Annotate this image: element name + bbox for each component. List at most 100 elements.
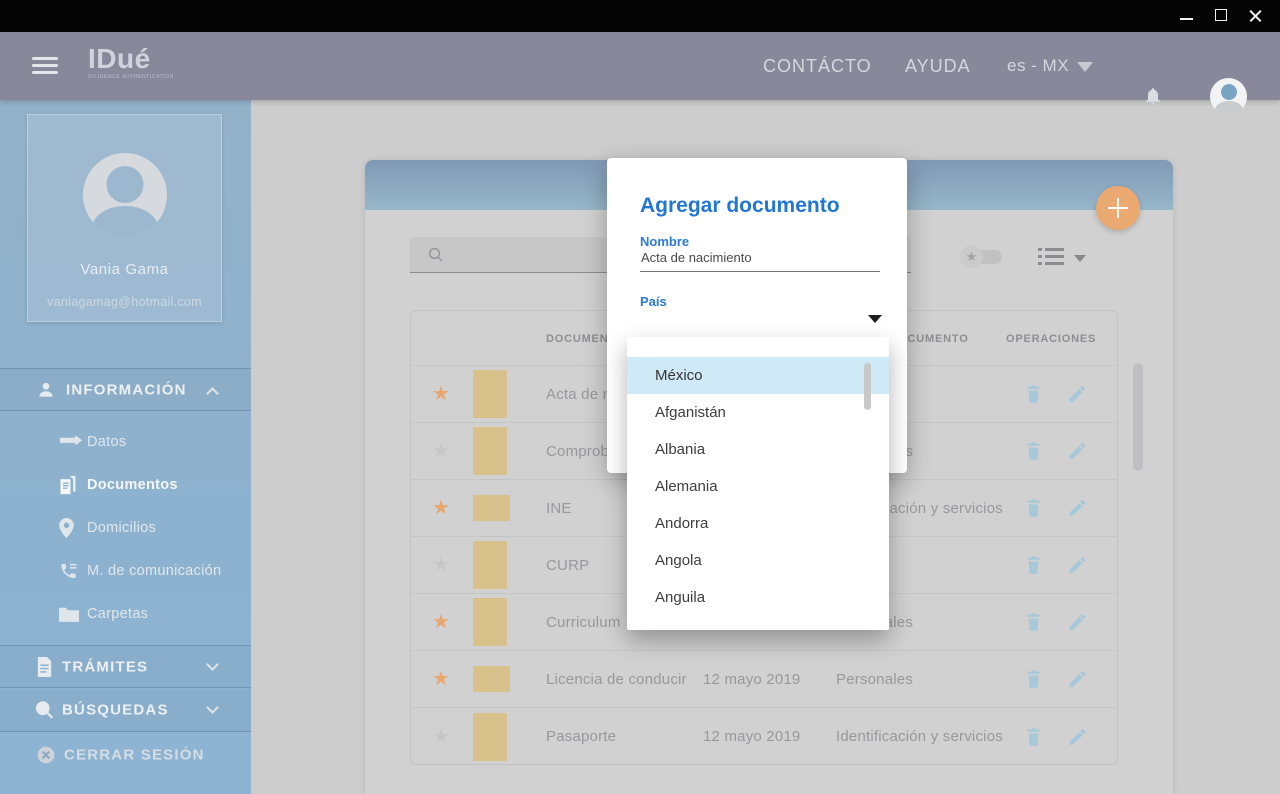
document-thumbnail	[473, 713, 507, 761]
logo-subtext: DILIGENCE AUTHENTICATION	[88, 74, 174, 80]
sidebar-item-domicilios[interactable]: Domicilios	[0, 506, 251, 549]
document-type: Personales	[836, 651, 913, 707]
document-thumbnail	[473, 541, 507, 589]
nombre-input[interactable]	[641, 246, 881, 268]
chevron-down-icon	[1077, 62, 1093, 72]
sidebar-section-informacion[interactable]: INFORMACIÓN	[0, 368, 251, 411]
edit-icon[interactable]	[1067, 669, 1088, 690]
dropdown-scrollbar-thumb[interactable]	[864, 363, 871, 410]
sidebar-item-datos[interactable]: Datos	[0, 420, 251, 463]
star-icon[interactable]: ★	[428, 555, 454, 575]
edit-icon[interactable]	[1067, 726, 1088, 747]
maximize-icon[interactable]	[1204, 0, 1238, 32]
sidebar-section-busquedas[interactable]: BÚSQUEDAS	[0, 689, 251, 732]
country-option[interactable]: Andorra	[627, 505, 889, 542]
language-selector[interactable]: es - MX	[1007, 32, 1069, 100]
star-icon[interactable]: ★	[428, 498, 454, 518]
star-icon[interactable]: ★	[428, 612, 454, 632]
sidebar-item-m-de-comunicaci-n[interactable]: M. de comunicación	[0, 549, 251, 592]
edit-icon[interactable]	[1067, 441, 1088, 462]
user-avatar[interactable]	[1210, 78, 1247, 115]
phone-icon	[59, 561, 78, 580]
logo-text: IDué	[88, 44, 174, 74]
sidebar: Vania Gama vaniagamag@hotmail.com INFORM…	[0, 100, 251, 794]
documents-icon	[59, 475, 77, 495]
list-view-selector[interactable]	[1038, 247, 1088, 269]
person-icon	[36, 380, 56, 400]
chevron-down-icon	[1074, 255, 1086, 262]
document-thumbnail	[473, 370, 507, 418]
delete-icon[interactable]	[1023, 669, 1044, 690]
document-name: INE	[546, 480, 572, 536]
document-type: Identificación y servicios	[836, 708, 1003, 765]
delete-icon[interactable]	[1023, 441, 1044, 462]
app-bar: IDué DILIGENCE AUTHENTICATION CONTÁCTO A…	[0, 32, 1280, 100]
star-icon[interactable]: ★	[428, 384, 454, 404]
input-underline	[640, 271, 880, 272]
app-logo: IDué DILIGENCE AUTHENTICATION	[88, 44, 174, 80]
minimize-icon[interactable]	[1170, 0, 1204, 32]
edit-icon[interactable]	[1067, 612, 1088, 633]
sidebar-section-tramites[interactable]: TRÁMITES	[0, 645, 251, 688]
pais-select[interactable]	[640, 304, 880, 330]
star-filter-toggle[interactable]: ★	[960, 245, 1006, 269]
location-pin-icon	[59, 518, 74, 538]
close-circle-icon	[36, 745, 56, 765]
country-option[interactable]: Anguila	[627, 579, 889, 616]
document-thumbnail	[473, 495, 510, 521]
delete-icon[interactable]	[1023, 726, 1044, 747]
hamburger-icon[interactable]	[32, 57, 58, 75]
search-icon	[34, 700, 55, 721]
country-options: MéxicoAfganistánAlbaniaAlemaniaAndorraAn…	[627, 357, 889, 616]
document-date: 12 mayo 2019	[703, 708, 800, 765]
profile-name: Vania Gama	[28, 261, 221, 278]
document-date: 12 mayo 2019	[703, 651, 800, 707]
star-icon[interactable]: ★	[428, 727, 454, 747]
chevron-up-icon	[206, 387, 219, 400]
sidebar-item-label: Documentos	[87, 477, 178, 493]
profile-avatar	[83, 153, 167, 237]
scrollbar-thumb[interactable]	[1133, 363, 1143, 471]
delete-icon[interactable]	[1023, 498, 1044, 519]
logout-button[interactable]: CERRAR SESIÓN	[0, 733, 251, 776]
star-icon: ★	[960, 245, 983, 268]
column-header-operaciones: OPERACIONES	[1006, 311, 1096, 366]
document-thumbnail	[473, 666, 510, 692]
nav-ayuda[interactable]: AYUDA	[905, 32, 971, 100]
document-name: Curriculum	[546, 594, 621, 650]
document-thumbnail	[473, 427, 507, 475]
bell-icon[interactable]	[1143, 85, 1163, 107]
sidebar-item-documentos[interactable]: Documentos	[0, 463, 251, 506]
country-option[interactable]: Alemania	[627, 468, 889, 505]
delete-icon[interactable]	[1023, 612, 1044, 633]
sidebar-menu: Datos Documentos Domicilios M. de comunicac…	[0, 420, 251, 635]
document-icon	[36, 657, 53, 677]
sidebar-item-label: Domicilios	[87, 520, 156, 536]
table-row: ★Pasaporte12 mayo 2019Identificación y s…	[411, 708, 1117, 765]
star-icon[interactable]: ★	[428, 669, 454, 689]
delete-icon[interactable]	[1023, 555, 1044, 576]
chevron-down-icon	[206, 658, 219, 671]
edit-icon[interactable]	[1067, 498, 1088, 519]
document-thumbnail	[473, 598, 507, 646]
window-titlebar	[0, 0, 1280, 32]
sidebar-item-label: M. de comunicación	[87, 563, 221, 579]
list-icon	[1038, 247, 1064, 267]
star-icon[interactable]: ★	[428, 441, 454, 461]
sidebar-item-carpetas[interactable]: Carpetas	[0, 592, 251, 635]
profile-card: Vania Gama vaniagamag@hotmail.com	[27, 114, 222, 322]
close-icon[interactable]	[1238, 0, 1272, 32]
sidebar-item-label: Datos	[87, 434, 126, 450]
profile-email: vaniagamag@hotmail.com	[28, 295, 221, 309]
folder-icon	[59, 606, 79, 622]
delete-icon[interactable]	[1023, 384, 1044, 405]
edit-icon[interactable]	[1067, 384, 1088, 405]
nav-contacto[interactable]: CONTÁCTO	[763, 32, 872, 100]
modal-title: Agregar documento	[640, 194, 840, 218]
edit-icon[interactable]	[1067, 555, 1088, 576]
country-option[interactable]: Angola	[627, 542, 889, 579]
country-option[interactable]: Afganistán	[627, 394, 889, 431]
country-option[interactable]: Albania	[627, 431, 889, 468]
add-document-button[interactable]	[1096, 186, 1140, 230]
country-option[interactable]: México	[627, 357, 889, 394]
